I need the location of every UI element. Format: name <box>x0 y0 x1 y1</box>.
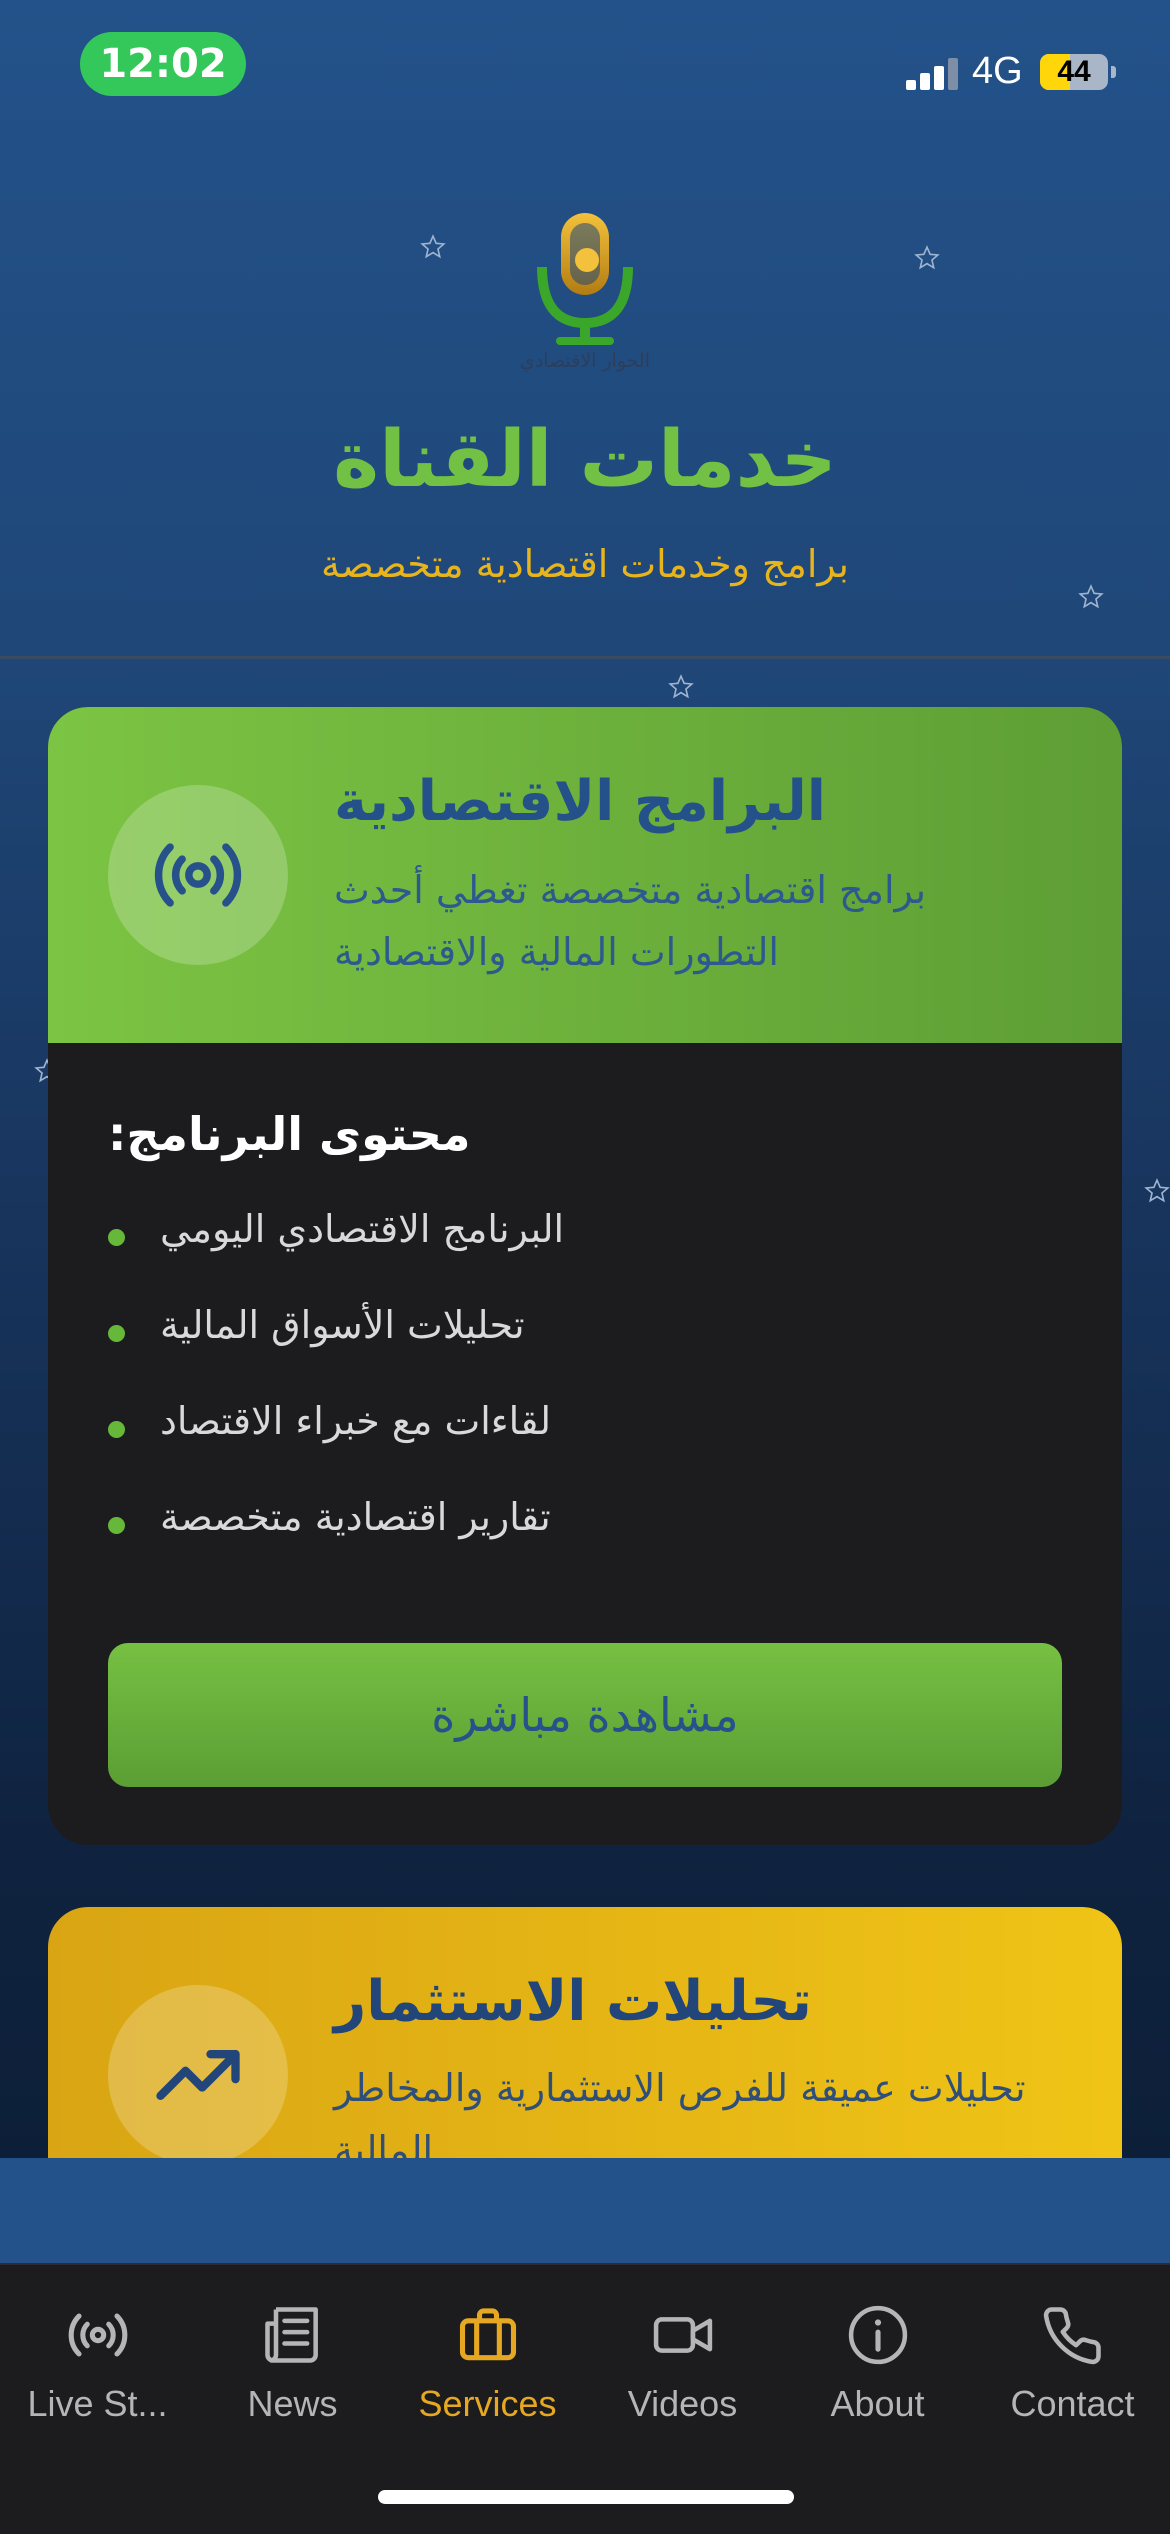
tab-news[interactable]: News <box>195 2265 390 2465</box>
home-indicator[interactable] <box>378 2490 794 2504</box>
battery-icon: 44 <box>1040 54 1108 90</box>
card-description: تحليلات عميقة للفرص الاستثمارية والمخاطر… <box>334 2066 1026 2158</box>
logo-text: الحوار الاقتصادي <box>520 350 650 372</box>
bullet-dot <box>108 1325 125 1342</box>
star-icon <box>914 245 940 270</box>
star-icon <box>1144 1178 1170 1203</box>
info-icon <box>848 2305 908 2365</box>
card-icon-circle <box>108 1985 288 2158</box>
bullet-dot <box>108 1517 125 1534</box>
broadcast-icon <box>68 2313 128 2357</box>
broadcast-icon <box>154 843 242 907</box>
star-icon <box>420 234 446 259</box>
signal-icon <box>906 58 958 90</box>
list-item-text: تقارير اقتصادية متخصصة <box>160 1495 551 1539</box>
trending-up-icon <box>156 2050 240 2100</box>
card-icon-circle <box>108 785 288 965</box>
card-title: تحليلات الاستثمار <box>334 1969 812 2034</box>
header-divider <box>0 656 1170 659</box>
program-content-list: البرنامج الاقتصادي اليومي تحليلات الأسوا… <box>108 1207 1008 1591</box>
tab-label: News <box>247 2383 338 2424</box>
tab-about[interactable]: About <box>780 2265 975 2465</box>
status-time: 12:02 <box>80 32 246 96</box>
watch-live-button[interactable]: مشاهدة مباشرة <box>108 1643 1062 1787</box>
tab-services[interactable]: Services <box>390 2265 585 2465</box>
tab-label: Contact <box>1010 2383 1135 2424</box>
star-icon <box>668 674 694 699</box>
card-description: برامج اقتصادية متخصصة تغطي أحدث التطورات… <box>334 868 927 974</box>
program-content-title: محتوى البرنامج: <box>108 1107 471 1161</box>
bullet-dot <box>108 1421 125 1438</box>
tab-label: Videos <box>627 2383 738 2424</box>
newspaper-icon <box>265 2307 318 2363</box>
page-title: خدمات القناة <box>333 415 837 505</box>
list-item-text: تحليلات الأسواق المالية <box>160 1303 525 1347</box>
battery-tip <box>1111 66 1116 78</box>
tab-label: Services <box>418 2383 557 2424</box>
bottom-background <box>0 2158 1170 2263</box>
channel-logo: الحوار الاقتصادي <box>520 213 650 372</box>
list-item: لقاءات مع خبراء الاقتصاد <box>108 1399 1008 1495</box>
list-item: تقارير اقتصادية متخصصة <box>108 1495 1008 1591</box>
tab-label: Live St... <box>27 2383 168 2424</box>
tab-label: About <box>830 2383 925 2424</box>
list-item: البرنامج الاقتصادي اليومي <box>108 1207 1008 1303</box>
phone-icon <box>1043 2307 1101 2365</box>
bullet-dot <box>108 1229 125 1246</box>
tab-videos[interactable]: Videos <box>585 2265 780 2465</box>
page-subtitle: برامج وخدمات اقتصادية متخصصة <box>321 542 849 586</box>
star-icon <box>1078 584 1104 609</box>
investment-analysis-card[interactable]: تحليلات الاستثمار تحليلات عميقة للفرص ال… <box>48 1907 1122 2158</box>
list-item: تحليلات الأسواق المالية <box>108 1303 1008 1399</box>
battery-level: 44 <box>1057 55 1091 88</box>
list-item-text: لقاءات مع خبراء الاقتصاد <box>160 1399 552 1443</box>
tab-live-stream[interactable]: Live St... <box>0 2265 195 2465</box>
card-header: البرامج الاقتصادية برامج اقتصادية متخصصة… <box>48 707 1122 1043</box>
card-title: البرامج الاقتصادية <box>334 769 826 834</box>
briefcase-icon <box>459 2308 517 2361</box>
economic-programs-card: البرامج الاقتصادية برامج اقتصادية متخصصة… <box>48 707 1122 1845</box>
network-type: 4G <box>972 50 1023 92</box>
video-camera-icon <box>653 2317 713 2353</box>
list-item-text: البرنامج الاقتصادي اليومي <box>160 1207 565 1251</box>
tab-contact[interactable]: Contact <box>975 2265 1170 2465</box>
